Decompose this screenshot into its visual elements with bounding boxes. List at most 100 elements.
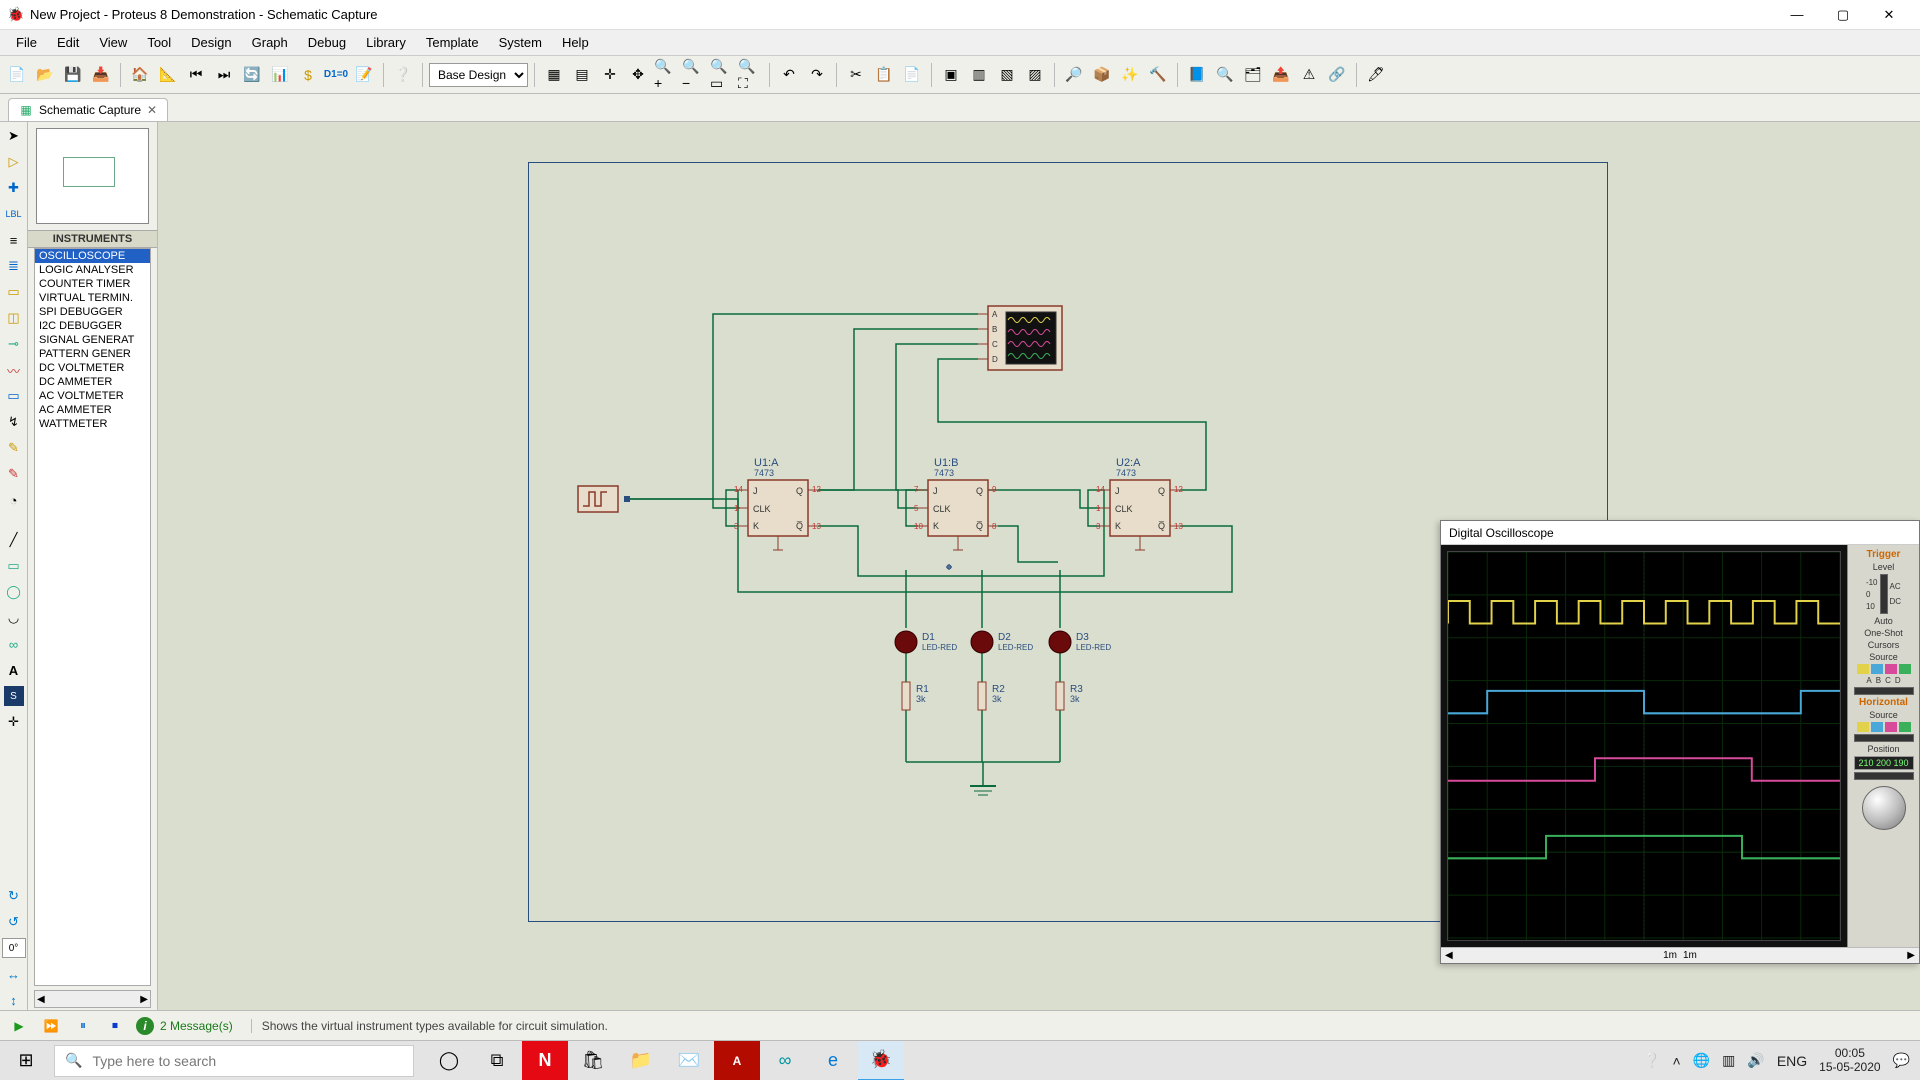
- edge-icon[interactable]: e: [810, 1041, 856, 1080]
- mirror-h-icon[interactable]: ↔: [4, 964, 24, 984]
- tape-icon[interactable]: ▭: [4, 386, 24, 406]
- paste-icon[interactable]: 📄: [899, 62, 925, 88]
- instrument-i2c-debugger[interactable]: I2C DEBUGGER: [35, 319, 150, 333]
- notifications-icon[interactable]: 💬: [1893, 1052, 1910, 1069]
- search-part-icon[interactable]: 🔍: [1212, 62, 1238, 88]
- messages-indicator[interactable]: i 2 Message(s): [136, 1017, 233, 1035]
- auto-label[interactable]: Auto: [1874, 616, 1893, 626]
- zoom-fit-icon[interactable]: 🔍⛶: [737, 62, 763, 88]
- netlist-icon[interactable]: 🗂: [1240, 62, 1266, 88]
- import-icon[interactable]: 📥: [88, 62, 114, 88]
- circle2d-icon[interactable]: ◯: [4, 582, 24, 602]
- store-icon[interactable]: 🛍: [570, 1041, 616, 1080]
- language-indicator[interactable]: ENG: [1777, 1053, 1807, 1069]
- instrument-icon[interactable]: ◔: [4, 490, 24, 510]
- report-icon[interactable]: 📘: [1184, 62, 1210, 88]
- menu-design[interactable]: Design: [181, 32, 241, 53]
- component-mode-icon[interactable]: ▷: [4, 152, 24, 172]
- text2d-icon[interactable]: A: [4, 660, 24, 680]
- menu-system[interactable]: System: [489, 32, 552, 53]
- design-variant-select[interactable]: Base Design: [429, 63, 528, 87]
- menu-tool[interactable]: Tool: [137, 32, 181, 53]
- package-icon[interactable]: 📦: [1089, 62, 1115, 88]
- save-file-icon[interactable]: 💾: [60, 62, 86, 88]
- oscilloscope-window[interactable]: Digital Oscilloscope Trigger Level -10 0…: [1440, 520, 1920, 964]
- battery-icon[interactable]: ▥: [1722, 1052, 1735, 1069]
- goto-prev-icon[interactable]: ⏮: [183, 62, 209, 88]
- zoom-sel-icon[interactable]: 🔍▭: [709, 62, 735, 88]
- mail-icon[interactable]: ✉️: [666, 1041, 712, 1080]
- rotation-angle-field[interactable]: 0°: [2, 938, 26, 958]
- menu-help[interactable]: Help: [552, 32, 599, 53]
- instrument-wattmeter[interactable]: WATTMETER: [35, 417, 150, 431]
- block-rotate-icon[interactable]: ▧: [994, 62, 1020, 88]
- acrobat-icon[interactable]: A: [714, 1041, 760, 1080]
- source-slider[interactable]: [1854, 687, 1914, 695]
- oscilloscope-title[interactable]: Digital Oscilloscope: [1441, 521, 1919, 545]
- help-tray-icon[interactable]: ❔: [1643, 1052, 1660, 1069]
- explorer-icon[interactable]: 📁: [618, 1041, 664, 1080]
- goto-next-icon[interactable]: ⏭: [211, 62, 237, 88]
- wirelabel-icon[interactable]: LBL: [4, 204, 24, 224]
- arduino-icon[interactable]: ∞: [762, 1041, 808, 1080]
- minimize-button[interactable]: —: [1774, 0, 1820, 30]
- copy-icon[interactable]: 📋: [871, 62, 897, 88]
- grid-icon[interactable]: ▤: [569, 62, 595, 88]
- export-icon[interactable]: 📤: [1268, 62, 1294, 88]
- chevron-up-icon[interactable]: ˄: [1673, 1053, 1681, 1069]
- cost-icon[interactable]: $: [295, 62, 321, 88]
- stop-button[interactable]: ⏹: [104, 1015, 126, 1037]
- start-button[interactable]: ⊞: [2, 1041, 50, 1080]
- marker-icon[interactable]: ✛: [4, 712, 24, 732]
- instrument-ac-voltmeter[interactable]: AC VOLTMETER: [35, 389, 150, 403]
- pause-button[interactable]: ⏸: [72, 1015, 94, 1037]
- grid-snap-icon[interactable]: ▦: [541, 62, 567, 88]
- close-button[interactable]: ✕: [1866, 0, 1912, 30]
- help-icon[interactable]: ❔: [390, 62, 416, 88]
- wand-icon[interactable]: ✨: [1117, 62, 1143, 88]
- instruments-list[interactable]: OSCILLOSCOPELOGIC ANALYSERCOUNTER TIMERV…: [34, 248, 151, 986]
- block-move-icon[interactable]: ▥: [966, 62, 992, 88]
- tab-close-icon[interactable]: ✕: [147, 103, 157, 117]
- instrument-logic-analyser[interactable]: LOGIC ANALYSER: [35, 263, 150, 277]
- probe-v-icon[interactable]: ✎: [4, 438, 24, 458]
- play-button[interactable]: ▶: [8, 1015, 30, 1037]
- textscript-icon[interactable]: ≡: [4, 230, 24, 250]
- instrument-pattern-gener[interactable]: PATTERN GENER: [35, 347, 150, 361]
- open-file-icon[interactable]: 📂: [32, 62, 58, 88]
- block-copy-icon[interactable]: ▣: [938, 62, 964, 88]
- part-icon[interactable]: 🔎: [1061, 62, 1087, 88]
- selection-mode-icon[interactable]: ➤: [4, 126, 24, 146]
- hsource-slider[interactable]: [1854, 734, 1914, 742]
- oscilloscope-controls[interactable]: Trigger Level -10 0 10 AC DC: [1847, 545, 1919, 947]
- instrument-signal-generat[interactable]: SIGNAL GENERAT: [35, 333, 150, 347]
- cortana-icon[interactable]: ◯: [426, 1041, 472, 1080]
- undo-icon[interactable]: ↶: [776, 62, 802, 88]
- menu-view[interactable]: View: [89, 32, 137, 53]
- source-buttons[interactable]: [1857, 664, 1911, 674]
- redo-icon[interactable]: ↷: [804, 62, 830, 88]
- instrument-oscilloscope[interactable]: OSCILLOSCOPE: [35, 249, 150, 263]
- clock[interactable]: 00:05 15-05-2020: [1819, 1047, 1880, 1075]
- mirror-v-icon[interactable]: ↕: [4, 990, 24, 1010]
- taskview-icon[interactable]: ⧉: [474, 1041, 520, 1080]
- scope-hscrollbar[interactable]: ◀ 1m1m ▶: [1441, 947, 1919, 963]
- network-icon[interactable]: 🌐: [1693, 1052, 1710, 1069]
- zoom-in-icon[interactable]: 🔍+: [653, 62, 679, 88]
- trigger-level-slider[interactable]: [1880, 574, 1888, 614]
- block-delete-icon[interactable]: ▨: [1022, 62, 1048, 88]
- menu-edit[interactable]: Edit: [47, 32, 89, 53]
- netflix-icon[interactable]: N: [522, 1041, 568, 1080]
- rotate-cw-icon[interactable]: ↻: [4, 886, 24, 906]
- schematic-canvas[interactable]: U1:A7473JCLKKQQ̅14131213U1:B7473JCLKKQQ̅…: [158, 122, 1920, 1010]
- new-file-icon[interactable]: 📄: [4, 62, 30, 88]
- box2d-icon[interactable]: ▭: [4, 556, 24, 576]
- menu-library[interactable]: Library: [356, 32, 416, 53]
- notes-icon[interactable]: 📝: [351, 62, 377, 88]
- instrument-dc-voltmeter[interactable]: DC VOLTMETER: [35, 361, 150, 375]
- schematic-icon[interactable]: 📐: [155, 62, 181, 88]
- devicepin-icon[interactable]: ⊸: [4, 334, 24, 354]
- panel-hscrollbar[interactable]: ◀▶: [34, 990, 151, 1008]
- menu-graph[interactable]: Graph: [242, 32, 298, 53]
- pen-icon[interactable]: 🖊: [1363, 62, 1389, 88]
